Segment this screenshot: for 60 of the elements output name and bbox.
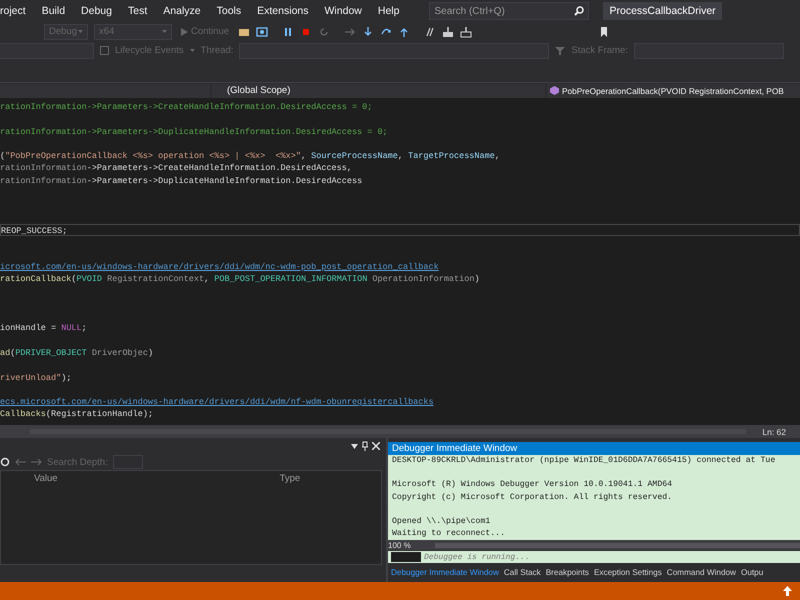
- output-line: DESKTOP-89CKRLD\Administrator (npipe WinIDE_01D6DDA7A7665415) connected at Tue: [392, 455, 776, 467]
- panel-title: Debugger Immediate Window: [388, 442, 800, 455]
- menu-item[interactable]: Help: [378, 5, 408, 17]
- method-icon: [550, 86, 559, 95]
- zoom-dropdown[interactable]: 100 %: [388, 540, 411, 550]
- output-line: Microsoft (R) Windows Debugger Version 10.0.19041.1 AMD64: [392, 479, 674, 492]
- line-position: Ln: 62: [762, 426, 786, 436]
- step-into-icon[interactable]: [362, 26, 374, 38]
- panel-tab[interactable]: Debugger Immediate Window: [391, 568, 499, 577]
- command-field[interactable]: Debuggee is running...: [388, 550, 800, 563]
- scrollbar-track[interactable]: [434, 542, 800, 548]
- caret-icon[interactable]: [351, 444, 358, 448]
- code-line: ("PobPreOperationCallback <%s> operation <%s> | <%x> <%x>", SourceProcessName, TargetProcessName,: [0, 150, 501, 162]
- panel-tab[interactable]: Exception Settings: [594, 568, 662, 577]
- column-header[interactable]: Type: [280, 472, 300, 484]
- prompt-box: [391, 552, 421, 562]
- code-line: rationInformation->Parameters->DuplicateHandleInformation.DesiredAccess: [0, 174, 364, 188]
- code-line: Callbacks(RegistrationHandle);: [0, 408, 154, 421]
- code-line: riverUnload");: [0, 372, 72, 384]
- menu-item[interactable]: roject: [0, 5, 34, 17]
- caret-icon: [162, 30, 167, 33]
- code-line: rationInformation->Parameters->DuplicateHandleInformation.DesiredAccess = 0;: [0, 126, 389, 138]
- thread-label: Thread:: [200, 45, 234, 56]
- solution-title: ProcessCallbackDriver: [603, 2, 722, 20]
- menu-item[interactable]: Test: [128, 5, 156, 17]
- code-line: rationInformation->Parameters->CreateHandleInformation.DesiredAccess = 0;: [0, 101, 374, 114]
- up-arrow-icon[interactable]: [783, 586, 792, 596]
- output-line: Opened \\.\pipe\com1: [392, 516, 492, 528]
- stack-frame-label: Stack Frame:: [571, 45, 628, 56]
- member-dropdown[interactable]: PobPreOperationCallback(PVOID RegistrationContext, POB: [547, 84, 800, 98]
- search-depth-label: Search Depth:: [47, 456, 108, 468]
- panel-tab[interactable]: Call Stack: [504, 568, 541, 577]
- camera-icon[interactable]: [256, 26, 268, 38]
- code-line: rationCallback(PVOID RegistrationContext, POB_POST_OPERATION_INFORMATION OperationInformation): [0, 273, 481, 286]
- member-name: PobPreOperationCallback(PVOID RegistrationContext, POB: [562, 86, 784, 96]
- menu-item[interactable]: Extensions: [257, 5, 317, 17]
- code-line: ionHandle = NULL;: [0, 322, 88, 335]
- caret-icon: [190, 49, 195, 52]
- pin-icon[interactable]: [362, 441, 368, 451]
- menu-item[interactable]: Tools: [216, 5, 250, 17]
- menu-item[interactable]: Debug: [81, 5, 120, 17]
- code-link[interactable]: icrosoft.com/en-us/windows-hardware/drivers/ddi/wdm/nc-wdm-pob_post_operation_callback: [0, 262, 439, 272]
- menu-item[interactable]: Build: [42, 5, 74, 17]
- output-line: Copyright (c) Microsoft Corporation. All rights reserved.: [392, 492, 674, 504]
- column-header[interactable]: Value: [34, 472, 58, 484]
- menu-item[interactable]: Window: [324, 5, 370, 17]
- restart-icon[interactable]: [318, 26, 330, 38]
- close-icon[interactable]: [372, 442, 380, 450]
- caret-icon: [78, 30, 83, 33]
- play-icon: [181, 28, 188, 36]
- code-line: rationInformation->Parameters->CreateHandleInformation.DesiredAccess,: [0, 162, 353, 175]
- panel-tab[interactable]: Outpu: [740, 568, 764, 577]
- code-line: ad(PDRIVER_OBJECT DriverObjec): [0, 346, 154, 360]
- scope-dropdown[interactable]: (Global Scope): [212, 84, 545, 98]
- code-link[interactable]: ecs.microsoft.com/en-us/windows-hardware/drivers/ddi/wdm/nf-wdm-obunregistercallbacks: [0, 397, 434, 408]
- panel-tab[interactable]: Breakpoints: [546, 568, 589, 577]
- menu-item[interactable]: Analyze: [163, 5, 209, 17]
- search-field[interactable]: Search (Ctrl+Q): [429, 2, 590, 20]
- output-line: Waiting to reconnect...: [392, 528, 506, 540]
- panel-tab[interactable]: Command Window: [666, 568, 736, 577]
